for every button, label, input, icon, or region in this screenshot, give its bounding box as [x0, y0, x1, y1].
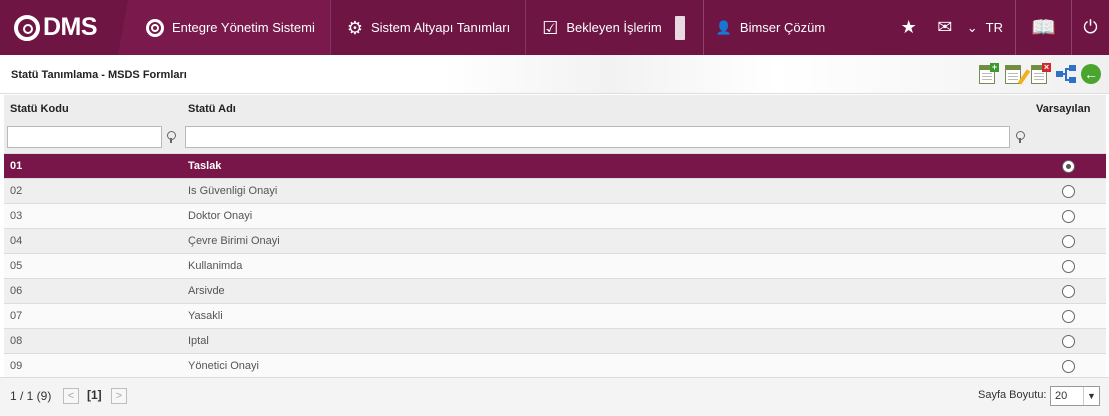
cell-name: Iptal [188, 335, 209, 347]
table-row[interactable]: 08 Iptal [4, 329, 1106, 354]
col-header-default[interactable]: Varsayılan [1036, 103, 1090, 115]
page-info: 1 / 1 (9) [10, 389, 52, 403]
default-radio[interactable] [1062, 285, 1075, 298]
table-row[interactable]: 09 Yönetici Onayi [4, 354, 1106, 379]
edit-record-icon[interactable] [1003, 63, 1031, 85]
cell-code: 03 [10, 210, 23, 222]
language-selector[interactable]: ⌄ TR [963, 0, 1015, 55]
default-radio[interactable] [1062, 210, 1075, 223]
nav-label: Bekleyen İşlerim [566, 20, 662, 35]
table-row[interactable]: 05 Kullanimda [4, 254, 1106, 279]
clipboard-check-icon: ☑ [542, 17, 559, 38]
help-book-icon[interactable]: 📖 [1015, 0, 1071, 55]
page-title: Statü Tanımlama - MSDS Formları [11, 69, 187, 81]
nav-label: Entegre Yönetim Sistemi [172, 20, 315, 35]
default-radio[interactable] [1062, 260, 1075, 273]
hierarchy-icon[interactable] [1055, 63, 1077, 85]
cell-code: 06 [10, 285, 23, 297]
cell-name: Arsivde [188, 285, 225, 297]
chevron-down-icon: ⌄ [966, 19, 978, 35]
table-row[interactable]: 01 Taslak [4, 154, 1106, 179]
filter-icon[interactable] [1015, 131, 1025, 143]
nav-label: Sistem Altyapı Tanımları [370, 20, 511, 35]
cell-name: Is Güvenligi Onayi [188, 185, 278, 197]
delete-record-icon[interactable]: × [1029, 63, 1051, 85]
page-header: Statü Tanımlama - MSDS Formları + × ← [0, 55, 1109, 94]
nav-scroll-handle[interactable] [674, 15, 685, 40]
favorites-star-icon[interactable]: ★ [891, 17, 927, 38]
table-row[interactable]: 06 Arsivde [4, 279, 1106, 304]
filter-name-input[interactable] [185, 126, 1010, 148]
cell-code: 01 [10, 160, 23, 172]
chevron-down-icon: ▼ [1083, 387, 1099, 405]
cell-name: Taslak [188, 160, 222, 172]
default-radio[interactable] [1062, 310, 1075, 323]
page-size-label: Sayfa Boyutu: [978, 389, 1047, 401]
default-radio[interactable] [1062, 235, 1075, 248]
mail-icon[interactable]: ✉ [927, 17, 963, 38]
toolbar: + × ← [977, 63, 1101, 85]
user-name: Bimser Çözüm [739, 20, 826, 35]
grid-filter-row [4, 123, 1106, 154]
current-page[interactable]: [1] [87, 388, 102, 402]
nav-bekleyen-islerim[interactable]: ☑ Bekleyen İşlerim [525, 0, 677, 55]
filter-icon[interactable] [166, 131, 176, 143]
default-radio[interactable] [1062, 185, 1075, 198]
table-row[interactable]: 02 Is Güvenligi Onayi [4, 179, 1106, 204]
col-header-code[interactable]: Statü Kodu [10, 103, 69, 115]
back-arrow-icon[interactable]: ← [1081, 64, 1101, 84]
page-size-select[interactable]: 20 ▼ [1050, 386, 1100, 406]
cell-name: Yönetici Onayi [188, 360, 259, 372]
nav-entegre-yonetim[interactable]: Entegre Yönetim Sistemi [118, 0, 330, 55]
cell-name: Yasakli [188, 310, 223, 322]
page-size-value: 20 [1055, 390, 1068, 402]
gear-icon: ⚙ [346, 17, 363, 38]
cell-code: 07 [10, 310, 23, 322]
next-page-button[interactable]: > [111, 388, 127, 404]
nav-sistem-altyapi[interactable]: ⚙ Sistem Altyapı Tanımları [329, 0, 525, 55]
language-code: TR [985, 20, 1003, 35]
status-grid: Statü Kodu Statü Adı Varsayılan 01 Taslak… [4, 95, 1106, 379]
default-radio[interactable] [1062, 335, 1075, 348]
user-menu[interactable]: 👤 Bimser Çözüm [702, 0, 837, 55]
cell-name: Kullanimda [188, 260, 243, 272]
col-header-name[interactable]: Statü Adı [188, 103, 236, 115]
table-row[interactable]: 03 Doktor Onayi [4, 204, 1106, 229]
power-icon[interactable]: ⏻ [1071, 0, 1109, 55]
cell-name: Doktor Onayi [188, 210, 253, 222]
grid-body: 01 Taslak 02 Is Güvenligi Onayi 03 Doktor Ona… [4, 154, 1106, 379]
dms-logo[interactable]: DMS [0, 0, 118, 55]
cell-code: 02 [10, 185, 23, 197]
grid-header: Statü Kodu Statü Adı Varsayılan [4, 95, 1106, 123]
table-row[interactable]: 04 Çevre Birimi Onayi [4, 229, 1106, 254]
cell-code: 05 [10, 260, 23, 272]
q-logo-icon [14, 14, 40, 41]
cell-code: 09 [10, 360, 23, 372]
cell-name: Çevre Birimi Onayi [188, 235, 280, 247]
cell-code: 04 [10, 235, 23, 247]
logo-text: DMS [43, 13, 98, 41]
q-circle-icon [146, 18, 164, 37]
default-radio[interactable] [1062, 160, 1075, 173]
default-radio[interactable] [1062, 360, 1075, 373]
top-navbar: DMS Entegre Yönetim Sistemi ⚙ Sistem Alt… [0, 0, 1109, 55]
prev-page-button[interactable]: < [63, 388, 79, 404]
filter-code-input[interactable] [7, 126, 162, 148]
add-record-icon[interactable]: + [977, 63, 999, 85]
user-icon: 👤 [715, 19, 732, 35]
pager: 1 / 1 (9) < [1] > Sayfa Boyutu: 20 ▼ [0, 377, 1109, 416]
cell-code: 08 [10, 335, 23, 347]
table-row[interactable]: 07 Yasakli [4, 304, 1106, 329]
